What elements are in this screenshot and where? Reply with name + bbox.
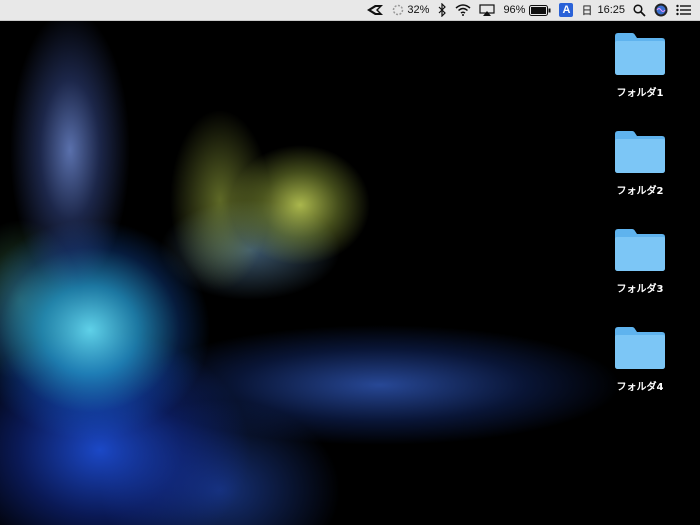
wifi-icon[interactable] [455, 0, 471, 20]
menubar-clock[interactable]: 日 16:25 [581, 0, 625, 20]
folder-icon [615, 327, 665, 369]
cpu-spinner-icon [393, 4, 404, 16]
notification-center-icon[interactable] [676, 0, 692, 20]
desktop-folder-3[interactable]: フォルダ3 [590, 226, 690, 306]
desktop-folder-1[interactable]: フォルダ1 [590, 30, 690, 110]
input-method-badge: A [559, 3, 574, 17]
folder-label: フォルダ1 [616, 88, 664, 99]
folder-label: フォルダ2 [616, 186, 664, 197]
siri-icon[interactable] [654, 0, 668, 20]
folder-label: フォルダ4 [616, 382, 664, 393]
desktop-folder-2[interactable]: フォルダ2 [590, 128, 690, 208]
folder-icon [615, 229, 665, 271]
clock-time: 16:25 [597, 4, 625, 16]
folder-icon [615, 131, 665, 173]
bluetooth-icon[interactable] [437, 0, 447, 20]
battery-status[interactable]: 96% [503, 0, 551, 20]
search-icon[interactable] [633, 0, 646, 20]
cpu-percent: 32% [407, 4, 430, 16]
input-method-icon[interactable]: A [559, 0, 574, 20]
folder-icon [615, 33, 665, 75]
folder-label: フォルダ3 [616, 284, 664, 295]
airplay-icon[interactable] [479, 0, 496, 20]
battery-percent: 96% [503, 4, 526, 16]
menu-bar: 32% 96% A 日 16:25 [0, 0, 700, 21]
status-arrow-icon[interactable] [366, 0, 384, 20]
clock-day: 日 [581, 5, 593, 17]
cpu-monitor[interactable]: 32% [392, 0, 429, 20]
battery-icon [529, 4, 551, 16]
desktop-folder-4[interactable]: フォルダ4 [590, 324, 690, 404]
